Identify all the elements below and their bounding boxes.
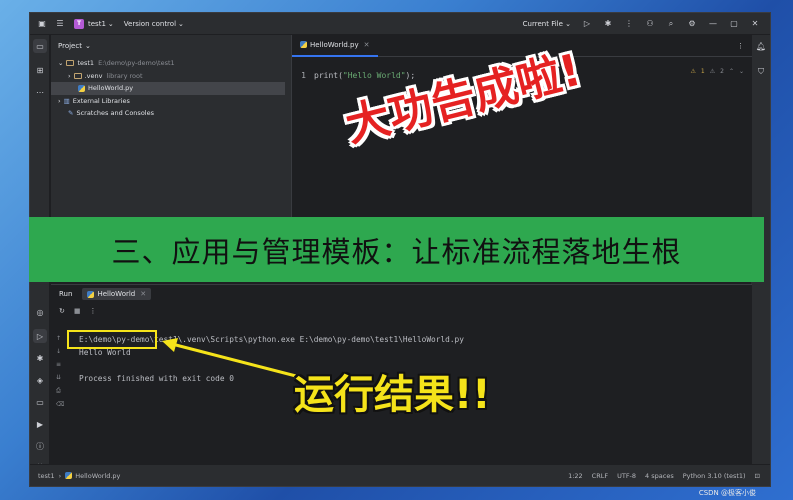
tree-item-external-libraries[interactable]: › ▥ External Libraries [51, 95, 291, 108]
project-folder-icon[interactable]: ▭ [33, 39, 47, 53]
tab-close-icon[interactable]: ✕ [140, 290, 146, 298]
run-panel-title: Run [59, 290, 73, 298]
python-packages-icon[interactable]: ◎ [33, 305, 47, 319]
python-file-icon [87, 290, 95, 298]
library-icon: ▥ [63, 96, 70, 105]
trash-icon[interactable]: ⌫ [56, 401, 66, 408]
run-toolbar: ↻ ■ ⋮ [51, 303, 752, 318]
project-selector[interactable]: test1 [88, 20, 106, 28]
security-shield-icon[interactable]: ⛉ [754, 65, 768, 79]
stop-icon[interactable]: ■ [74, 307, 81, 315]
settings-gear-icon[interactable]: ⚙ [687, 19, 697, 29]
project-panel-title: Project [58, 42, 82, 50]
debug-icon[interactable]: ✱ [603, 19, 613, 29]
tab-menu-icon[interactable]: ⋮ [737, 42, 744, 50]
title-bar: ▣ ☰ T test1 ⌄ Version control ⌄ Current … [30, 13, 770, 35]
chevron-down-icon: ⌄ [58, 59, 64, 68]
python-file-icon [300, 41, 307, 48]
print-icon[interactable]: ⎙ [56, 387, 66, 395]
chevron-down-icon: ⌄ [107, 19, 114, 28]
result-overlay-text: 运行结果!! [294, 372, 491, 418]
main-menu-icon[interactable]: ☰ [55, 19, 65, 29]
chevron-right-icon: › [58, 471, 62, 480]
status-bar-widgets: 1:22 CRLF UTF-8 4 spaces Python 3.10 (te… [568, 472, 770, 480]
run-tool-icon[interactable]: ▷ [33, 329, 47, 343]
more-tools-icon[interactable]: ⋯ [33, 85, 47, 99]
run-icon[interactable]: ▷ [582, 19, 592, 29]
folder-icon [73, 72, 82, 79]
editor-tab-helloworld[interactable]: HelloWorld.py ✕ [292, 35, 378, 57]
banner-text: 三、应用与管理模板：让标准流程落地生根 [111, 234, 682, 269]
breadcrumb-project[interactable]: test1 [38, 472, 55, 480]
run-config-selector[interactable]: Current File ⌄ [523, 20, 571, 28]
tree-label: .venv [84, 71, 103, 80]
maximize-icon[interactable]: ▢ [729, 19, 739, 29]
more-icon[interactable]: ⋮ [624, 19, 634, 29]
title-bar-actions: Current File ⌄ ▷ ✱ ⋮ ⚇ ⌕ ⚙ — ▢ ✕ [523, 19, 770, 29]
file-encoding[interactable]: UTF-8 [617, 472, 636, 480]
services-icon[interactable]: ▶ [33, 417, 47, 431]
chevron-right-icon: › [58, 96, 61, 105]
tree-item-venv[interactable]: › .venv library root [51, 70, 291, 83]
layers-icon[interactable]: ◈ [33, 373, 47, 387]
scratches-icon: ✎ [68, 109, 74, 118]
chevron-down-icon: ⌄ [84, 42, 91, 50]
tree-label: HelloWorld.py [88, 84, 134, 93]
tree-item-scratches[interactable]: ✎ Scratches and Consoles [51, 107, 291, 120]
tab-close-icon[interactable]: ✕ [364, 41, 370, 49]
tree-path: E:\demo\py-demo\test1 [98, 59, 175, 68]
search-icon[interactable]: ⌕ [666, 19, 676, 29]
folder-icon [66, 60, 75, 67]
tree-label: Scratches and Consoles [76, 109, 154, 118]
app-logo-icon[interactable]: ▣ [37, 19, 47, 29]
tree-label: External Libraries [72, 96, 130, 105]
run-side-toolbar: ↑ ↓ ≡ ⇊ ⎙ ⌫ [56, 335, 66, 408]
python-file-icon [78, 84, 85, 92]
annotation-arrow [162, 338, 297, 378]
add-user-icon[interactable]: ⚇ [645, 19, 655, 29]
lock-icon[interactable]: ⊡ [755, 472, 760, 480]
tree-item-test1[interactable]: ⌄ test1 E:\demo\py-demo\test1 [51, 57, 291, 70]
debug-tool-icon[interactable]: ✱ [33, 351, 47, 365]
code-function: print( [314, 70, 343, 80]
tree-item-helloworld[interactable]: HelloWorld.py [51, 82, 285, 95]
indent-setting[interactable]: 4 spaces [645, 472, 674, 480]
project-badge[interactable]: T [74, 18, 84, 29]
structure-icon[interactable]: ⊞ [33, 63, 47, 77]
rerun-icon[interactable]: ↻ [59, 307, 65, 315]
line-separator[interactable]: CRLF [592, 472, 608, 480]
run-panel-header: Run HelloWorld ✕ [51, 285, 752, 303]
tree-extra: library root [106, 71, 143, 80]
breadcrumb-file[interactable]: HelloWorld.py [75, 472, 120, 480]
terminal-icon[interactable]: ▭ [33, 395, 47, 409]
python-interpreter[interactable]: Python 3.10 (test1) [683, 472, 746, 480]
project-panel: Project ⌄ ⌄ test1 E:\demo\py-demo\test1 … [51, 35, 291, 219]
run-tab-helloworld[interactable]: HelloWorld ✕ [82, 288, 152, 300]
editor-tab-label: HelloWorld.py [310, 40, 359, 49]
section-banner: 三、应用与管理模板：让标准流程落地生根 [29, 217, 764, 282]
more-icon[interactable]: ⋮ [90, 307, 97, 315]
scroll-down-icon[interactable]: ↓ [56, 348, 66, 355]
chevron-right-icon: › [68, 71, 71, 80]
problems-icon[interactable]: ⓘ [33, 439, 47, 453]
output-highlight-box [67, 330, 157, 349]
close-icon[interactable]: ✕ [750, 19, 760, 29]
notifications-icon[interactable]: 🔔︎ [754, 39, 768, 53]
project-panel-header[interactable]: Project ⌄ [51, 35, 291, 57]
vcs-menu[interactable]: Version control [124, 20, 176, 28]
run-tab-label: HelloWorld [97, 290, 136, 298]
scroll-up-icon[interactable]: ↑ [56, 335, 66, 342]
caret-position[interactable]: 1:22 [568, 472, 583, 480]
status-bar: test1 › HelloWorld.py 1:22 CRLF UTF-8 4 … [30, 464, 770, 486]
run-config-label: Current File [522, 19, 563, 28]
python-file-icon [65, 472, 73, 479]
tree-label: test1 [77, 59, 95, 68]
watermark: CSDN @极客小俊 [698, 489, 756, 497]
line-number: 1 [301, 70, 306, 80]
chevron-down-icon: ⌄ [178, 19, 184, 28]
scroll-end-icon[interactable]: ⇊ [56, 374, 66, 381]
minimize-icon[interactable]: — [708, 19, 718, 29]
soft-wrap-icon[interactable]: ≡ [56, 361, 66, 368]
